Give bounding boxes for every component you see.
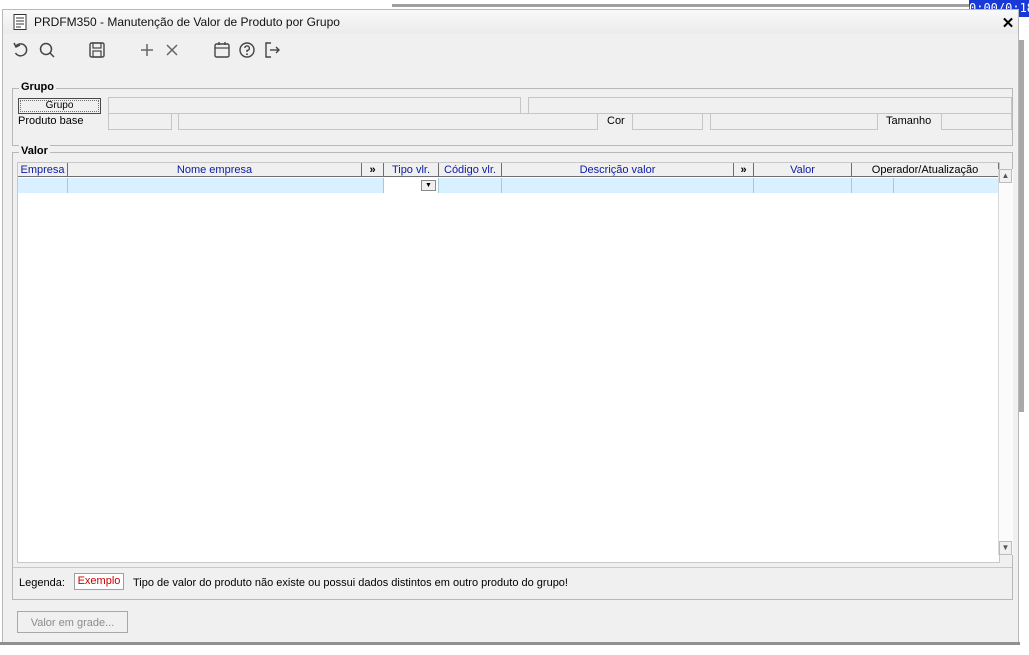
help-icon[interactable] bbox=[237, 40, 257, 60]
col-header-nome-empresa[interactable]: Nome empresa bbox=[68, 163, 362, 177]
col-header-valor[interactable]: Valor bbox=[754, 163, 852, 177]
col-header-descricao-valor[interactable]: Descrição valor bbox=[502, 163, 734, 177]
window-title: PRDFM350 - Manutenção de Valor de Produt… bbox=[34, 15, 340, 29]
col-header-codigo-vlr[interactable]: Código vlr. bbox=[439, 163, 502, 177]
cor-description-field[interactable] bbox=[710, 113, 878, 130]
cell-empresa[interactable] bbox=[18, 178, 68, 193]
toolbar bbox=[3, 36, 1018, 64]
tamanho-label: Tamanho bbox=[886, 115, 932, 127]
grupo-group-box: Grupo Grupo Produto base Cor Tamanho bbox=[12, 81, 1013, 146]
save-icon[interactable] bbox=[87, 40, 107, 60]
window-right-scrollbar[interactable] bbox=[1019, 40, 1024, 412]
col-header-tipo-vlr[interactable]: Tipo vlr. bbox=[384, 163, 439, 177]
cor-label: Cor bbox=[607, 115, 625, 127]
cell-valor[interactable] bbox=[754, 178, 852, 193]
top-border-line bbox=[392, 4, 1022, 7]
col-header-operador-atualizacao[interactable]: Operador/Atualização bbox=[852, 163, 999, 177]
grupo-code-field[interactable] bbox=[108, 97, 521, 114]
tamanho-field[interactable] bbox=[941, 113, 1012, 130]
produto-base-description-field[interactable] bbox=[178, 113, 598, 130]
title-bar: PRDFM350 - Manutenção de Valor de Produt… bbox=[3, 10, 1018, 34]
undo-icon[interactable] bbox=[11, 40, 31, 60]
expand-columns-button-2[interactable]: » bbox=[734, 163, 754, 177]
cell-atualizacao[interactable] bbox=[894, 178, 999, 193]
dropdown-arrow-icon[interactable]: ▼ bbox=[421, 180, 436, 191]
focus-rect bbox=[20, 100, 99, 112]
grupo-description-field[interactable] bbox=[528, 97, 1012, 114]
valor-group-box: Valor Empresa Nome empresa » Tipo vlr. C… bbox=[12, 145, 1013, 600]
search-icon[interactable] bbox=[37, 40, 57, 60]
cell-descricao-valor[interactable] bbox=[502, 178, 754, 193]
valor-legend: Valor bbox=[19, 145, 50, 157]
divider bbox=[13, 567, 1012, 568]
valor-grid: Empresa Nome empresa » Tipo vlr. Código … bbox=[17, 162, 1000, 563]
bottom-border-line bbox=[0, 642, 1020, 645]
grupo-button[interactable]: Grupo bbox=[18, 98, 101, 114]
close-button[interactable]: ✕ bbox=[998, 15, 1018, 32]
produto-base-code-field[interactable] bbox=[108, 113, 172, 130]
exit-icon[interactable] bbox=[262, 40, 282, 60]
expand-columns-button[interactable]: » bbox=[362, 163, 384, 177]
cell-operador[interactable] bbox=[852, 178, 894, 193]
scroll-up-icon[interactable]: ▲ bbox=[999, 169, 1012, 183]
legenda-example: Exemplo bbox=[74, 573, 124, 590]
cor-code-field[interactable] bbox=[632, 113, 703, 130]
cell-tipo-vlr[interactable]: ▼ bbox=[384, 178, 439, 193]
legenda-label: Legenda: bbox=[19, 577, 65, 589]
calendar-icon[interactable] bbox=[212, 40, 232, 60]
scroll-down-icon[interactable]: ▼ bbox=[999, 541, 1012, 555]
grid-vertical-scrollbar[interactable]: ▲ ▼ bbox=[998, 169, 1013, 555]
grupo-legend: Grupo bbox=[19, 81, 56, 93]
produto-base-label: Produto base bbox=[18, 115, 84, 127]
cell-nome-empresa[interactable] bbox=[68, 178, 384, 193]
col-header-empresa[interactable]: Empresa bbox=[18, 163, 68, 177]
document-icon bbox=[13, 14, 27, 30]
delete-icon[interactable] bbox=[162, 40, 182, 60]
cell-codigo-vlr[interactable] bbox=[439, 178, 502, 193]
legenda-text: Tipo de valor do produto não existe ou p… bbox=[133, 577, 568, 589]
add-icon[interactable] bbox=[137, 40, 157, 60]
valor-em-grade-button[interactable]: Valor em grade... bbox=[17, 611, 128, 633]
app-window: PRDFM350 - Manutenção de Valor de Produt… bbox=[2, 9, 1019, 644]
